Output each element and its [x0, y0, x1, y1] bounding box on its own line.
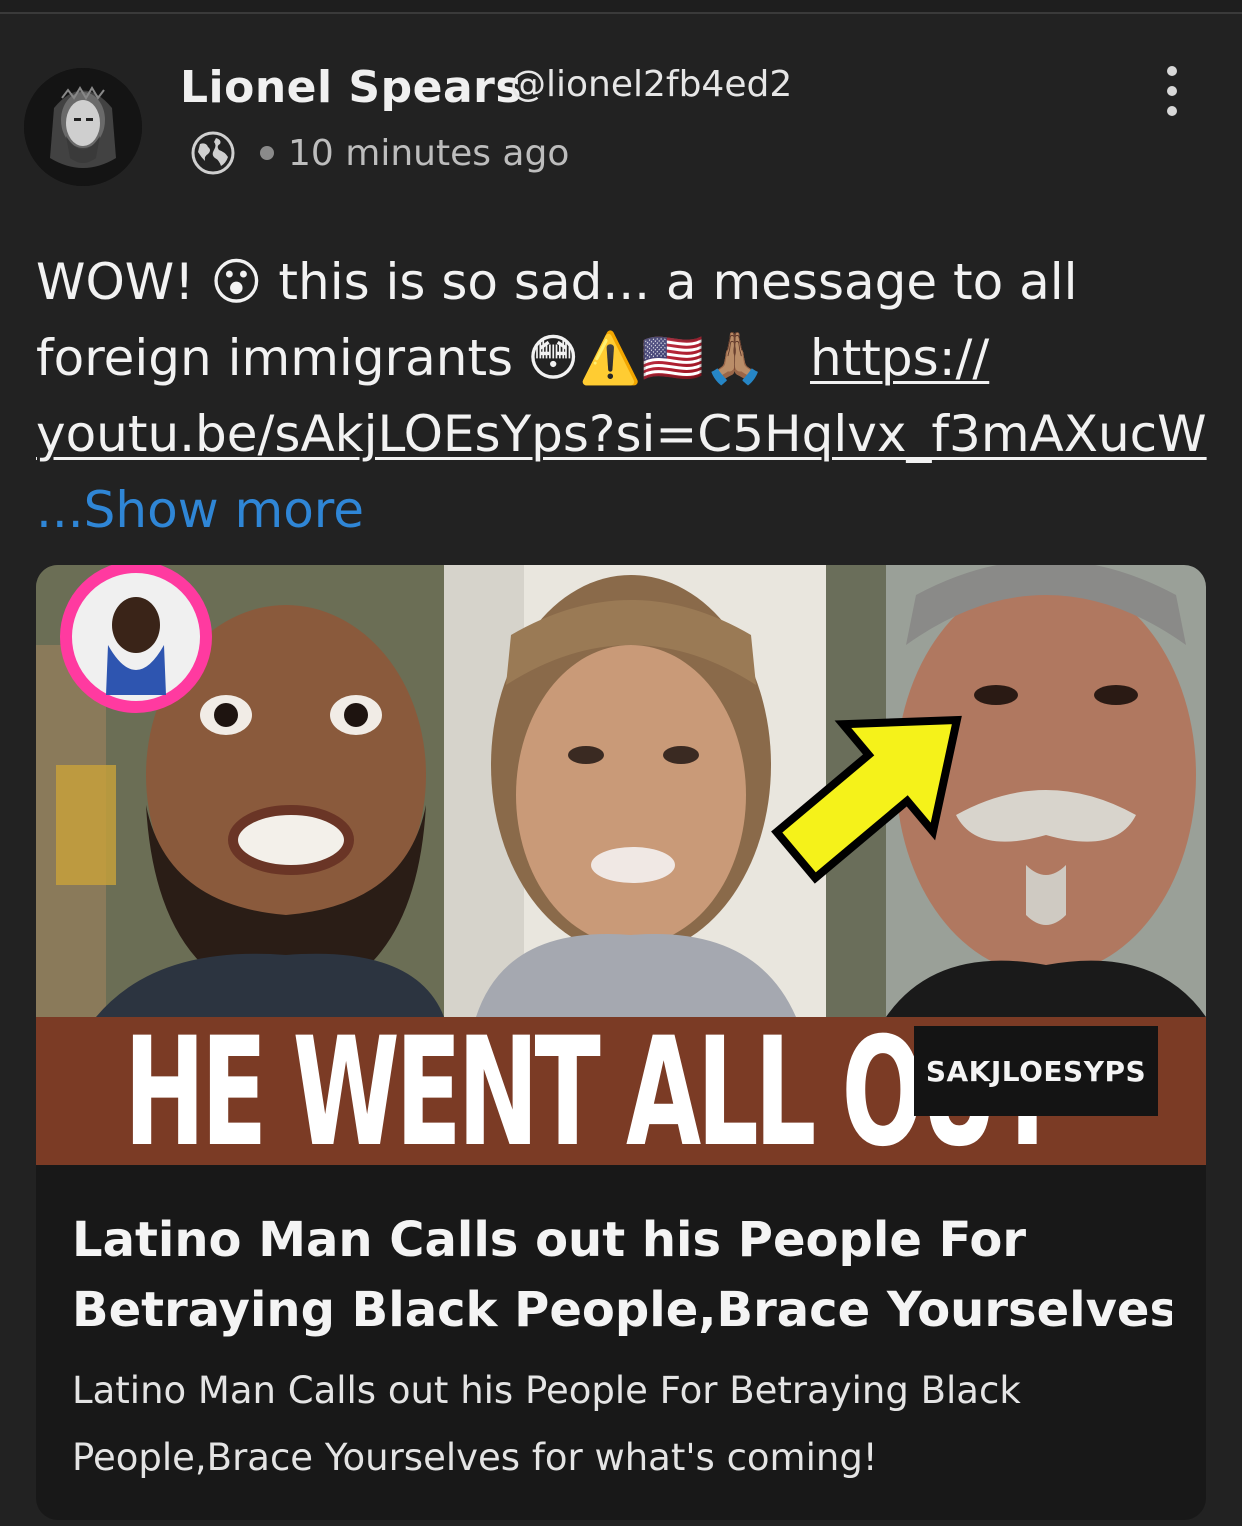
globe-icon: [190, 130, 236, 176]
post-timestamp: 10 minutes ago: [288, 132, 570, 174]
show-more-link[interactable]: ...Show more: [36, 472, 364, 548]
more-vertical-icon: [1167, 66, 1177, 76]
link-card-description: Latino Man Calls out his People For Betr…: [72, 1357, 1172, 1491]
more-vertical-icon-dot: [1167, 86, 1177, 96]
post-text-segment: foreign immigrants: [36, 329, 514, 387]
top-divider: [0, 0, 1242, 14]
separator-dot: [260, 146, 274, 160]
emoji-sequence-icon: 😳⚠️🇺🇸🙏🏽: [527, 329, 767, 387]
link-card-title-line: Betraying Black People,Brace Yourselves …: [72, 1282, 1172, 1338]
post-text-segment: WOW!: [36, 253, 195, 311]
post-body: WOW! 😮 this is so sad... a message to al…: [36, 244, 1207, 548]
more-options-button[interactable]: [1150, 66, 1194, 116]
astonished-emoji-icon: 😮: [210, 253, 263, 311]
channel-badge: SAKJLOESYPS: [914, 1026, 1158, 1116]
post-link[interactable]: https://: [810, 320, 989, 396]
post-text-segment: this is so sad... a message to all: [278, 253, 1078, 311]
more-vertical-icon-dot: [1167, 106, 1177, 116]
link-card-title-line: Latino Man Calls out his People For: [72, 1212, 1027, 1268]
link-card-title[interactable]: Latino Man Calls out his People For Betr…: [72, 1205, 1172, 1345]
author-handle[interactable]: @lionel2fb4ed2: [510, 64, 792, 105]
author-name[interactable]: Lionel Spears: [180, 62, 522, 113]
link-preview-card[interactable]: HE WENT ALL OUT SAKJLOESYPS Latino Man C…: [36, 565, 1206, 1520]
link-card-description-line: People,Brace Yourselves for what's comin…: [72, 1436, 878, 1479]
link-card-description-line: Latino Man Calls out his People For Betr…: [72, 1369, 1021, 1412]
post-link-continued[interactable]: youtu.be/sAkjLOEsYps?si=C5Hqlvx_f3mAXucW: [36, 396, 1207, 472]
author-avatar[interactable]: [24, 68, 142, 186]
post-meta: 10 minutes ago: [190, 130, 569, 176]
